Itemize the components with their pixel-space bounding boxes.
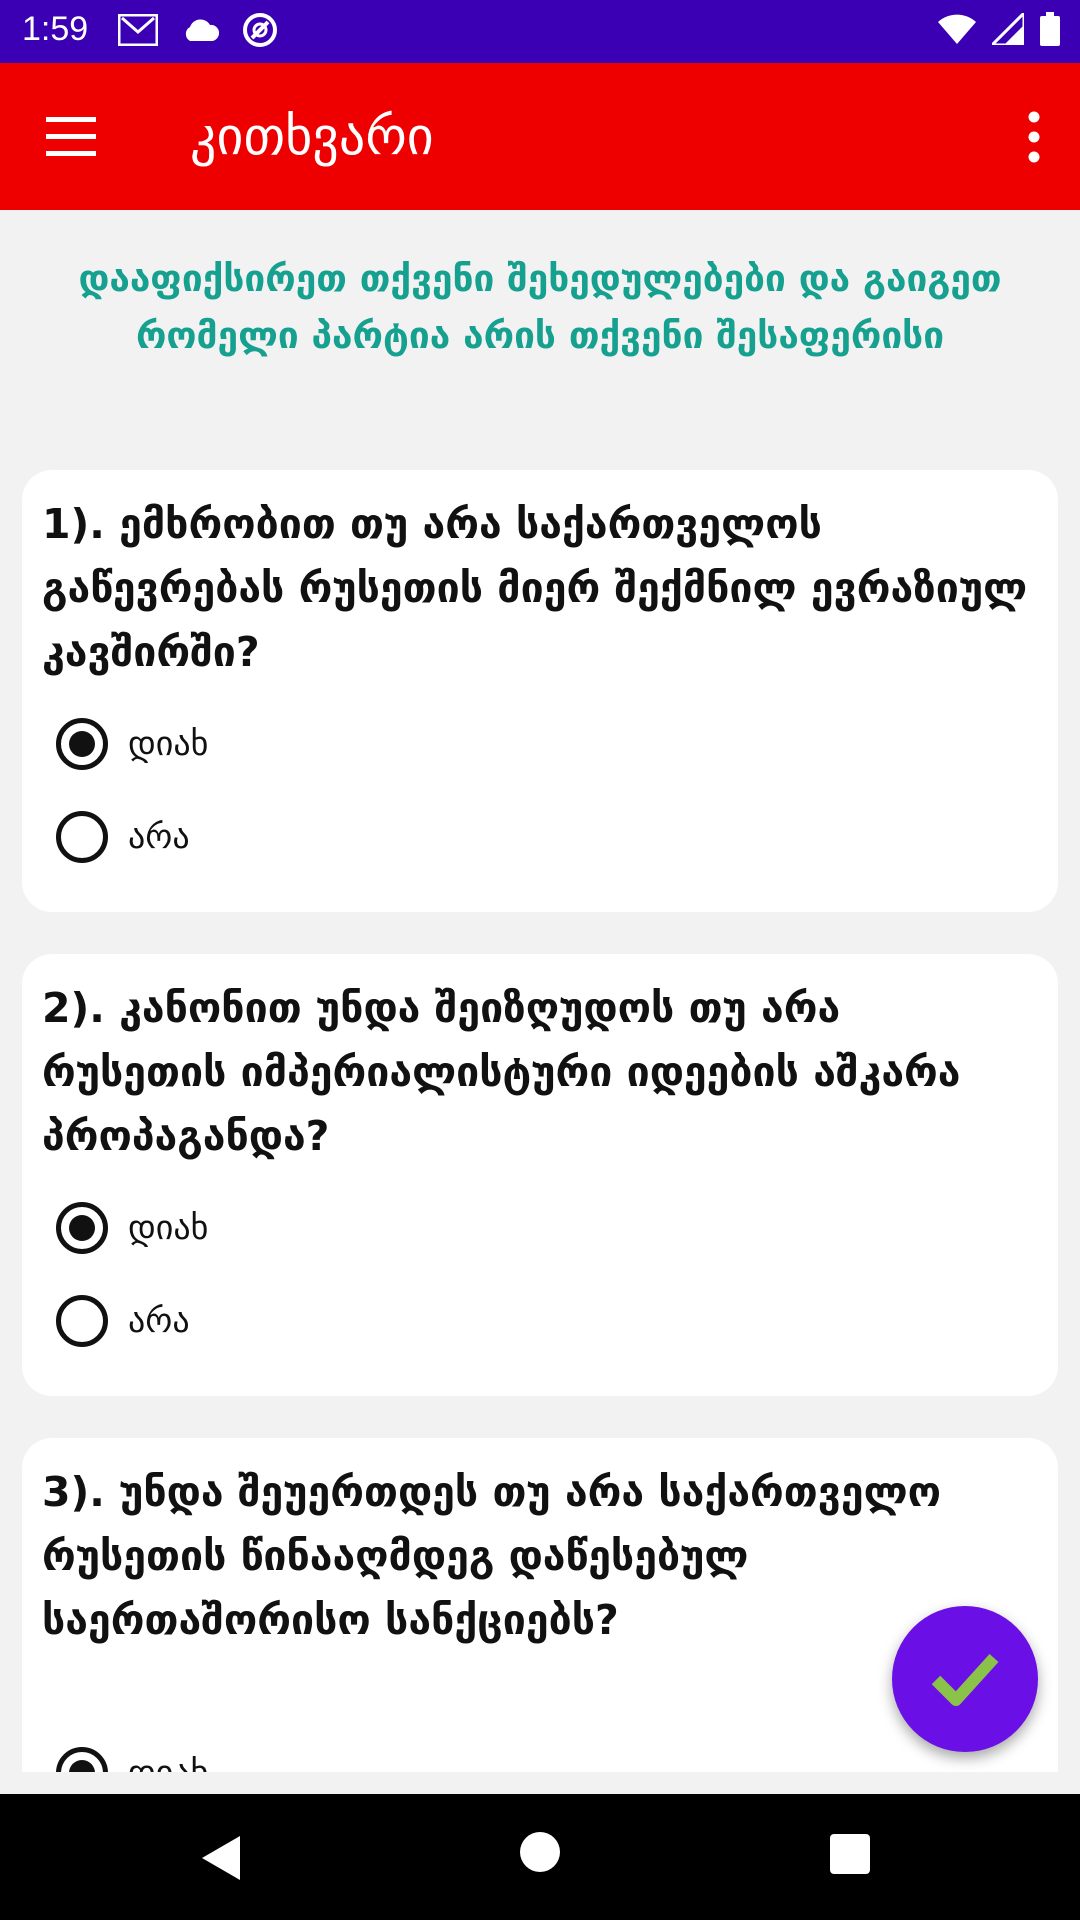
radio-button-checked[interactable]: [56, 1202, 108, 1254]
option-no[interactable]: არა: [56, 1291, 190, 1351]
intro-text: დააფიქსირეთ თქვენი შეხედულებები და გაიგე…: [78, 257, 1002, 357]
battery-icon: [1040, 12, 1060, 46]
radio-button[interactable]: [56, 811, 108, 863]
back-icon[interactable]: [200, 1834, 244, 1882]
app-bar: კითხვარი: [0, 63, 1080, 210]
wifi-icon: [938, 14, 976, 44]
status-bar: 1:59: [0, 0, 1080, 63]
signal-icon: [992, 13, 1024, 45]
status-icons-left: [118, 12, 278, 48]
question-card-2: 2). კანონით უნდა შეიზღუდოს თუ არა რუსეთი…: [22, 954, 1058, 1396]
question-card-1: 1). ემხრობით თუ არა საქართველოს გაწევრებ…: [22, 470, 1058, 912]
question-card-3: 3). უნდა შეუერთდეს თუ არა საქართველო რუს…: [22, 1438, 1058, 1772]
question-text: 1). ემხრობით თუ არა საქართველოს გაწევრებ…: [42, 500, 1028, 676]
status-time: 1:59: [22, 10, 89, 48]
option-label: დიახ: [128, 1753, 208, 1772]
radio-button-checked[interactable]: [56, 1747, 108, 1772]
option-label: დიახ: [128, 724, 209, 764]
status-icons-right: [938, 12, 1060, 46]
question-text: 3). უნდა შეუერთდეს თუ არა საქართველო რუს…: [42, 1468, 942, 1644]
more-options-icon[interactable]: [1024, 109, 1044, 165]
question-text: 2). კანონით უნდა შეიზღუდოს თუ არა რუსეთი…: [42, 984, 961, 1160]
option-label: არა: [128, 1301, 190, 1341]
submit-fab-button[interactable]: [892, 1606, 1038, 1752]
radio-button-checked[interactable]: [56, 718, 108, 770]
option-no[interactable]: არა: [56, 807, 190, 867]
cloud-icon: [185, 19, 220, 41]
gmail-icon: [118, 14, 158, 46]
questionnaire-content[interactable]: დააფიქსირეთ თქვენი შეხედულებები და გაიგე…: [0, 210, 1080, 1772]
app-title: კითხვარი: [190, 107, 434, 167]
home-icon[interactable]: [520, 1832, 560, 1872]
radio-button[interactable]: [56, 1295, 108, 1347]
option-label: დიახ: [128, 1208, 209, 1248]
checkmark-icon: [931, 1653, 999, 1706]
option-yes[interactable]: დიახ: [56, 714, 208, 774]
vpn-icon: [243, 13, 277, 47]
recents-icon[interactable]: [830, 1834, 870, 1874]
menu-icon[interactable]: [44, 111, 100, 161]
option-yes[interactable]: დიახ: [56, 1743, 208, 1772]
option-label: არა: [128, 817, 190, 857]
system-nav-bar: [0, 1794, 1080, 1920]
option-yes[interactable]: დიახ: [56, 1198, 208, 1258]
